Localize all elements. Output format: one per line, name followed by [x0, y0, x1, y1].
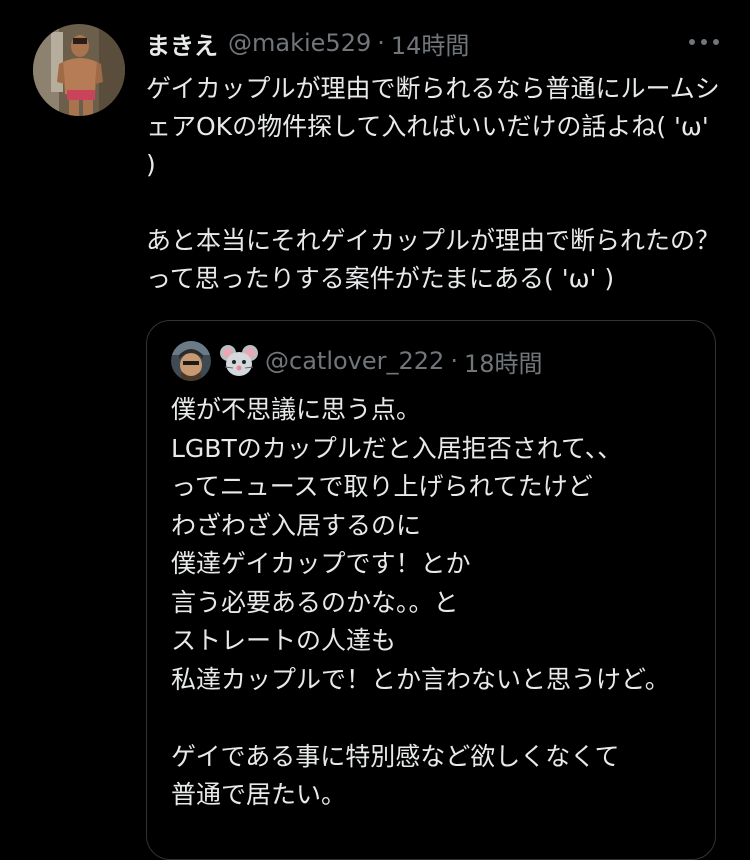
quoted-user-handle[interactable]: @catlover_222 [265, 347, 444, 375]
user-handle[interactable]: @makie529 [228, 29, 371, 57]
quoted-tweet-text: 僕が不思議に思う点。 LGBTのカップルだと入居拒否されて、、 ってニュースで取… [171, 395, 670, 809]
tweet-timestamp[interactable]: 14時間 [391, 26, 470, 61]
user-avatar[interactable] [33, 24, 125, 116]
tweet-text: ゲイカップルが理由で断られるなら普通にルームシェアOKの物件探して入ればいいだけ… [146, 74, 721, 293]
quoted-tweet-header: @catlover_222 · 18時間 [265, 344, 543, 379]
quoted-tweet-card[interactable]: @catlover_222 · 18時間 僕が不思議に思う点。 LGBTのカップ… [146, 320, 716, 860]
mouse-face-icon [219, 343, 259, 379]
tweet[interactable]: まきえ @makie529 · 14時間 ゲイカップルが理由で断られるなら普通に… [0, 0, 750, 860]
display-name[interactable]: まきえ [146, 26, 218, 61]
quoted-header-separator: · [450, 347, 458, 375]
more-options-button[interactable] [684, 30, 724, 54]
more-horizontal-icon [689, 39, 719, 45]
header-separator: · [377, 29, 385, 57]
quoted-user-avatar [171, 341, 211, 381]
quoted-tweet-timestamp[interactable]: 18時間 [464, 344, 543, 379]
tweet-header: まきえ @makie529 · 14時間 [146, 26, 469, 60]
